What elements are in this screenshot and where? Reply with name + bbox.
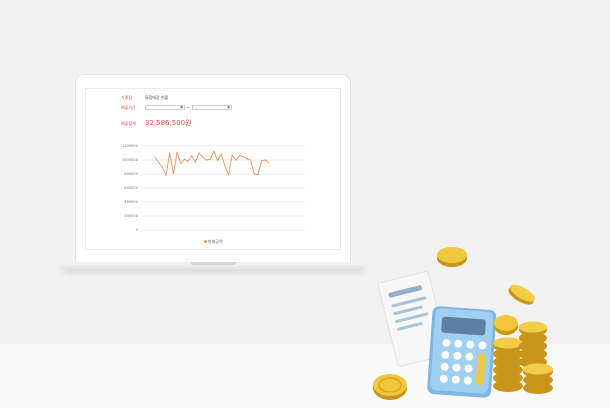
finance-illustration bbox=[373, 247, 553, 400]
y-tick-label: 400000 bbox=[124, 200, 138, 204]
y-tick-label: 200000 bbox=[124, 214, 138, 218]
data-point bbox=[165, 174, 167, 176]
laptop-lid: 가맹점 통합매장 현황 매출기간 ▣ ~ ▣ 매출합계 32,586,500원 … bbox=[75, 74, 351, 264]
sales-line-chart: 0 200000 400000 600000 800000 1000000 1200000 bbox=[122, 144, 305, 232]
data-point bbox=[238, 155, 241, 157]
data-point bbox=[202, 156, 204, 158]
legend-label: 판매금액 bbox=[208, 239, 223, 244]
series-line bbox=[154, 151, 270, 176]
data-point bbox=[209, 158, 211, 160]
data-point bbox=[257, 174, 259, 176]
data-point bbox=[261, 160, 263, 162]
y-tick-label: 1200000 bbox=[122, 144, 139, 148]
y-tick-label: 0 bbox=[136, 228, 139, 232]
laptop-screen: 가맹점 통합매장 현황 매출기간 ▣ ~ ▣ 매출합계 32,586,500원 … bbox=[85, 88, 341, 250]
data-point bbox=[227, 174, 230, 176]
coin-icon bbox=[437, 247, 467, 267]
data-point bbox=[187, 160, 189, 162]
y-tick-label: 1000000 bbox=[122, 158, 139, 162]
data-point bbox=[224, 165, 226, 167]
laptop-notch bbox=[190, 262, 236, 265]
coin-stack-icon bbox=[493, 337, 523, 392]
calculator-icon bbox=[427, 306, 497, 398]
data-point bbox=[246, 158, 248, 160]
data-point bbox=[216, 160, 219, 162]
data-point bbox=[250, 159, 252, 161]
data-point bbox=[176, 151, 178, 153]
data-point bbox=[194, 161, 197, 163]
data-point bbox=[231, 154, 233, 156]
data-point bbox=[154, 156, 156, 158]
y-tick-label: 600000 bbox=[124, 186, 138, 190]
data-point bbox=[161, 166, 163, 168]
coin-icon bbox=[373, 374, 407, 400]
data-point bbox=[242, 155, 244, 158]
data-point bbox=[220, 153, 222, 155]
data-point bbox=[183, 158, 186, 160]
data-point bbox=[169, 152, 171, 154]
data-point bbox=[205, 159, 208, 161]
coin-stack-icon bbox=[523, 363, 553, 394]
coin-icon bbox=[494, 315, 518, 335]
legend-swatch bbox=[204, 240, 207, 243]
data-point bbox=[180, 162, 182, 165]
data-point bbox=[198, 152, 200, 154]
data-point bbox=[158, 162, 160, 164]
chart-legend: 판매금액 bbox=[204, 239, 223, 245]
data-point bbox=[264, 159, 266, 161]
coin-icon bbox=[508, 284, 535, 305]
data-point bbox=[213, 151, 215, 153]
data-point bbox=[172, 173, 174, 175]
y-tick-label: 800000 bbox=[124, 172, 138, 176]
data-point bbox=[268, 162, 270, 164]
data-point bbox=[191, 155, 193, 157]
coin-stack-icon bbox=[519, 321, 547, 368]
data-point bbox=[235, 159, 237, 161]
data-point bbox=[253, 173, 255, 175]
